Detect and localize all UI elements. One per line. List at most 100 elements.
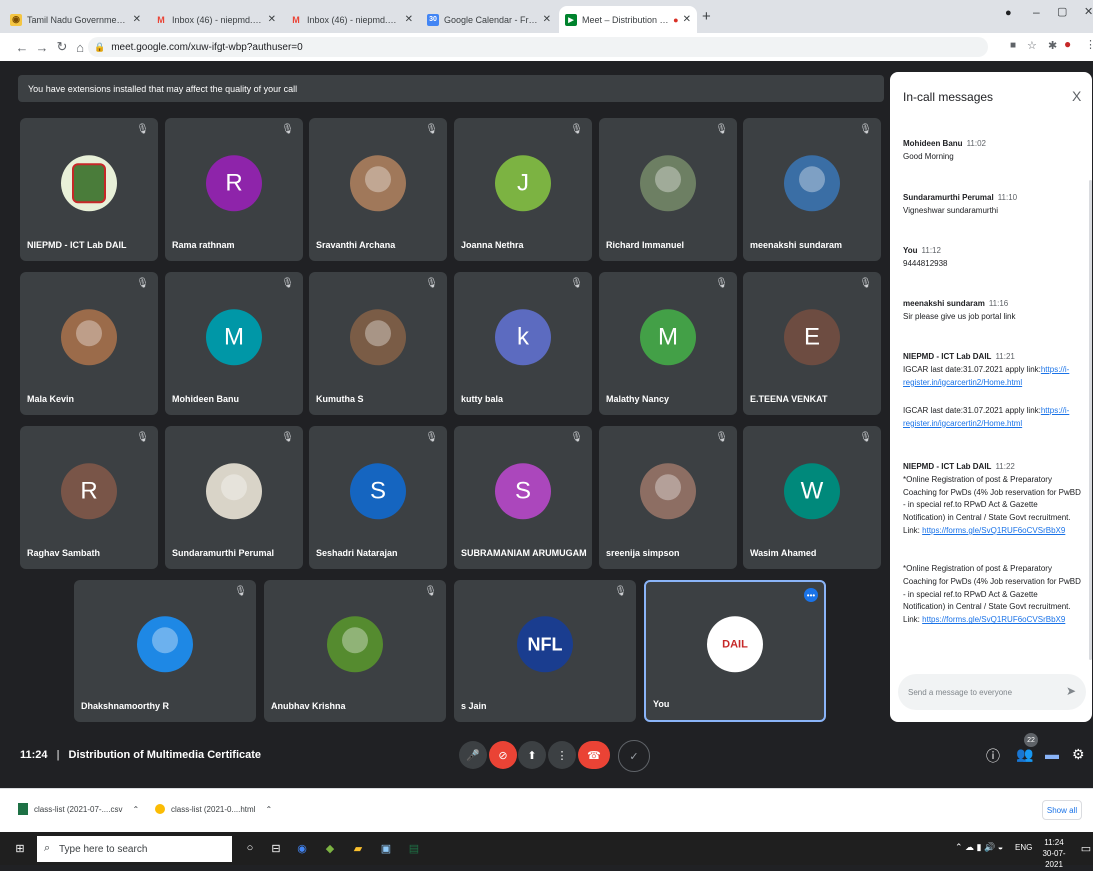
participant-tile[interactable]: 🎙 M Malathy Nancy [599,272,737,415]
participant-name: Raghav Sambath [27,548,101,558]
tab-tn-portal[interactable]: ◉ Tamil Nadu Government Portal ✕ [4,6,147,33]
avatar[interactable]: ● [1064,37,1071,51]
participant-name: Kumutha S [316,394,364,404]
participant-tile[interactable]: 🎙 Mala Kevin [20,272,158,415]
excel-taskbar-icon[interactable]: ▤ [404,838,424,858]
task-view-icon[interactable]: ⊟ [266,838,286,858]
home-icon[interactable]: ⌂ [70,36,90,58]
message-link[interactable]: https://forms.gle/SvQ1RUF6oCVSrBbX9 [922,526,1065,535]
info-icon[interactable]: ⓘ [986,746,1000,766]
participant-tile[interactable]: 🎙 NFL s Jain [454,580,636,722]
participant-tile[interactable]: 🎙 R Rama rathnam [165,118,303,261]
reload-icon[interactable]: ↻ [52,36,72,58]
check-icon[interactable]: ✓ [618,740,650,772]
message-text: Vigneshwar sundaramurthi [903,205,999,215]
avatar [61,154,117,211]
chat-message: NIEPMD - ICT Lab DAIL 11:21 IGCAR last da… [903,351,1081,389]
url-field[interactable]: 🔒 meet.google.com/xuw-ifgt-wbp?authuser=… [88,37,988,57]
chat-message: *Online Registration of post & Preparato… [903,563,1081,627]
close-window-button[interactable]: ✕ [1084,5,1093,18]
minimize-button[interactable]: – [1033,5,1040,19]
close-tab-icon[interactable]: ✕ [405,14,413,25]
tab-title: Tamil Nadu Government Portal [27,14,129,25]
microphone-button[interactable]: 🎤 [459,741,487,769]
close-icon[interactable]: X [1072,88,1081,104]
back-icon[interactable]: ← [12,36,32,58]
store-icon[interactable]: ▣ [376,838,396,858]
people-icon[interactable]: 👥 [1016,746,1033,763]
participant-tile[interactable]: 🎙 k kutty bala [454,272,592,415]
notifications-icon[interactable]: ▭ [1076,838,1093,858]
participant-tile[interactable]: 🎙 Sravanthi Archana [309,118,447,261]
mic-muted-icon: 🎙 [715,278,728,289]
more-options-button[interactable]: ⋮ [548,741,576,769]
bookmark-star-icon[interactable]: ☆ [1027,39,1037,52]
participant-tile[interactable]: 🎙 M Mohideen Banu [165,272,303,415]
chrome-taskbar-icon[interactable]: ◉ [292,838,312,858]
app-taskbar-icon[interactable]: ◆ [320,838,340,858]
tab-gmail-1[interactable]: M Inbox (46) - niepmd.dail@gmail.c ✕ [149,6,282,33]
present-button[interactable]: ⬆ [518,741,546,769]
participant-name: Seshadri Natarajan [316,548,398,558]
participant-tile[interactable]: 🎙 sreenija simpson [599,426,737,569]
participant-tile[interactable]: 🎙 J Joanna Nethra [454,118,592,261]
profile-icon[interactable]: ● [1005,7,1012,19]
chat-icon[interactable]: ▬ [1045,746,1059,762]
file-explorer-icon[interactable]: ▰ [348,838,368,858]
participant-tile[interactable]: 🎙 Dhakshnamoorthy R [74,580,256,722]
show-all-button[interactable]: Show all [1042,800,1082,820]
maximize-button[interactable]: ▢ [1057,5,1067,18]
leave-call-button[interactable]: ☎ [578,741,610,769]
message-sender: You [903,246,918,255]
camera-indicator-icon[interactable]: ■ [1010,40,1016,51]
participant-tile[interactable]: 🎙 E E.TEENA VENKAT [743,272,881,415]
participant-tile[interactable]: 🎙 S Seshadri Natarajan [309,426,447,569]
more-options-icon[interactable]: ••• [804,588,818,602]
mic-muted-icon: 🎙 [859,124,872,135]
taskbar-search[interactable]: Type here to search [37,836,232,862]
system-tray-icons[interactable]: ⌃ ☁ ▮ 🔊 ◒ [955,842,1003,853]
tab-calendar[interactable]: 30 Google Calendar - Friday, 30 July ✕ [421,6,557,33]
download-item[interactable]: class-list (2021-07-....csv ⌃ [18,798,139,820]
close-tab-icon[interactable]: ✕ [543,14,551,25]
message-link[interactable]: https://forms.gle/SvQ1RUF6oCVSrBbX9 [922,615,1065,624]
participant-tile[interactable]: 🎙 S SUBRAMANIAM ARUMUGAM [454,426,592,569]
chevron-up-icon[interactable]: ⌃ [132,805,139,814]
new-tab-button[interactable]: + [702,8,711,25]
menu-icon[interactable]: ⋮ [1085,38,1093,51]
forward-icon[interactable]: → [32,36,52,58]
participant-tile[interactable]: 🎙 meenakshi sundaram [743,118,881,261]
close-tab-icon[interactable]: ✕ [268,14,276,25]
cortana-icon[interactable]: ○ [240,838,260,858]
mic-muted-icon: 🎙 [136,124,149,135]
tab-gmail-2[interactable]: M Inbox (46) - niepmd.dail@gmail.c ✕ [284,6,419,33]
camera-off-button[interactable]: ⊘ [489,741,517,769]
activities-icon[interactable]: ⚙ [1072,746,1085,763]
participant-tile[interactable]: 🎙 Sundaramurthi Perumal [165,426,303,569]
windows-start-icon[interactable]: ⊞ [10,838,30,858]
taskbar-clock[interactable]: 11:24 30-07-2021 [1036,837,1072,871]
language-indicator[interactable]: ENG [1015,843,1032,852]
download-item[interactable]: class-list (2021-0....html ⌃ [155,798,272,820]
avatar: R [61,462,117,519]
message-text: Sir please give us job portal link [903,311,1016,321]
participant-tile[interactable]: 🎙 Kumutha S [309,272,447,415]
close-tab-icon[interactable]: ✕ [133,14,141,25]
avatar: R [206,154,262,211]
extensions-icon[interactable]: ✱ [1048,39,1057,52]
participant-name: Joanna Nethra [461,240,524,250]
avatar [206,462,262,519]
participant-tile[interactable]: 🎙 Richard Immanuel [599,118,737,261]
close-tab-icon[interactable]: ✕ [683,14,691,25]
chat-scrollbar[interactable] [1089,180,1092,660]
chat-input[interactable]: Send a message to everyone [898,674,1086,710]
participant-tile[interactable]: ••• DAIL You [644,580,826,722]
participant-name: NIEPMD - ICT Lab DAIL [27,240,127,250]
chevron-up-icon[interactable]: ⌃ [265,805,272,814]
participant-tile[interactable]: 🎙 W Wasim Ahamed [743,426,881,569]
send-icon[interactable]: ➤ [1066,684,1076,698]
participant-tile[interactable]: 🎙 NIEPMD - ICT Lab DAIL [20,118,158,261]
participant-tile[interactable]: 🎙 R Raghav Sambath [20,426,158,569]
participant-tile[interactable]: 🎙 Anubhav Krishna [264,580,446,722]
tab-meet[interactable]: ▶ Meet – Distribution of Multi ● ✕ [559,6,697,33]
